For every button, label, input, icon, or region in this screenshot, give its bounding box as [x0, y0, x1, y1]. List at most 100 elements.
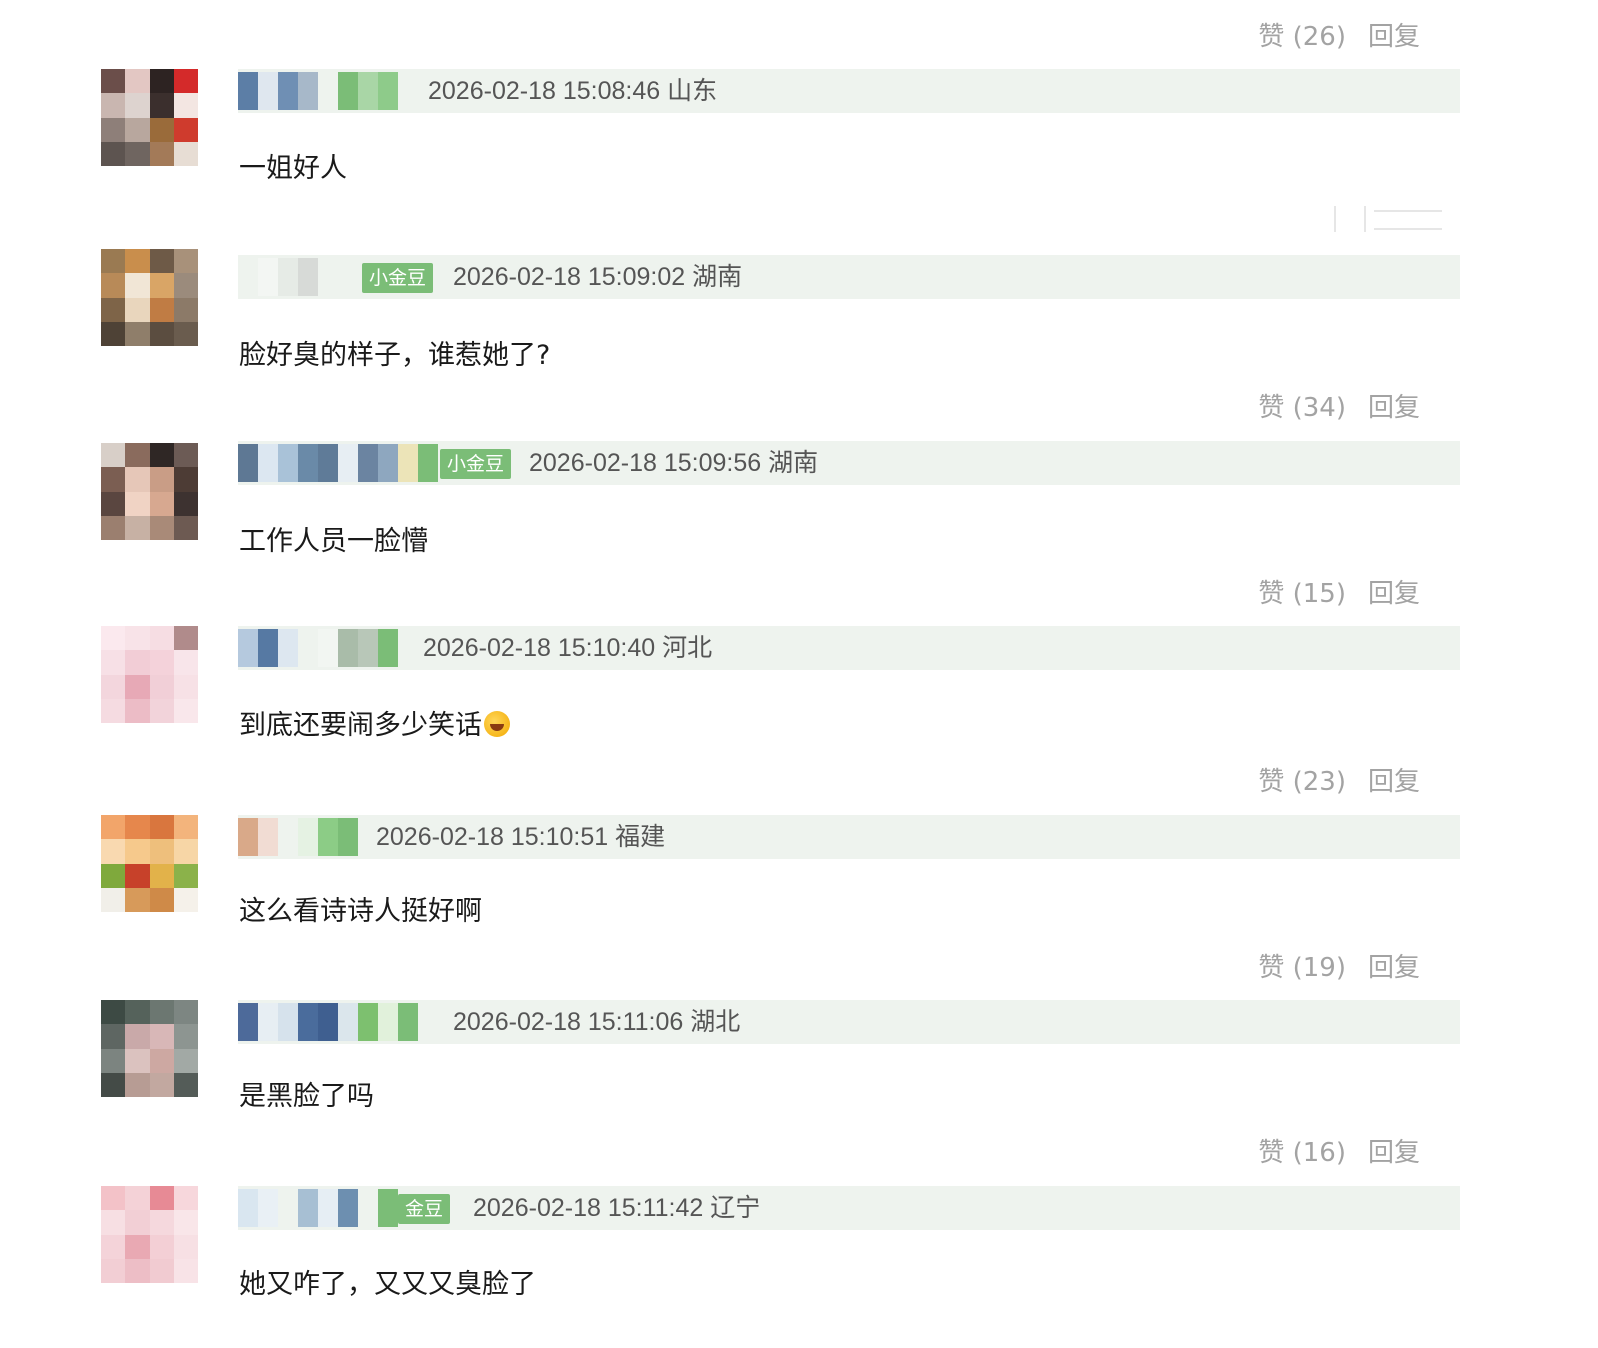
avatar-pixel: [173, 698, 198, 723]
username[interactable]: [238, 629, 398, 667]
rofl-emoji-icon: [484, 711, 510, 737]
avatar-pixel: [173, 93, 198, 118]
avatar-pixel: [101, 815, 126, 840]
avatar-pixel: [101, 297, 126, 322]
username-mosaic-pixel: [298, 818, 318, 856]
username-mosaic-pixel: [278, 1003, 298, 1041]
comment-header: 2026-02-18 15:11:06 湖北: [238, 1000, 1460, 1044]
avatar-pixel: [173, 815, 198, 840]
like-button[interactable]: 赞 (16): [1258, 1132, 1346, 1169]
username-mosaic-pixel: [338, 444, 358, 482]
username-mosaic-pixel: [378, 72, 398, 110]
like-button[interactable]: 赞 (26): [1258, 16, 1346, 53]
avatar-pixel: [149, 1234, 174, 1259]
comment-text: 她又咋了，又又又臭脸了: [239, 1269, 536, 1300]
avatar-pixel: [149, 141, 174, 166]
username-mosaic-pixel: [378, 444, 398, 482]
username-mosaic-pixel: [358, 1189, 378, 1227]
avatar-pixel: [149, 674, 174, 699]
username-mosaic-pixel: [318, 1189, 338, 1227]
avatar[interactable]: [101, 69, 198, 166]
like-button[interactable]: 赞 (15): [1258, 573, 1346, 610]
avatar-pixel: [149, 1024, 174, 1049]
username[interactable]: [238, 1189, 398, 1227]
avatar[interactable]: [101, 1000, 198, 1097]
avatar-pixel: [173, 467, 198, 492]
avatar-pixel: [125, 1000, 150, 1025]
avatar-pixel: [173, 887, 198, 912]
username-mosaic-pixel: [298, 1003, 318, 1041]
avatar-pixel: [125, 815, 150, 840]
reply-button[interactable]: 回复: [1368, 16, 1420, 53]
username[interactable]: [238, 1003, 418, 1041]
avatar-pixel: [125, 1024, 150, 1049]
avatar-pixel: [101, 839, 126, 864]
reply-button[interactable]: 回复: [1368, 387, 1420, 424]
username[interactable]: [238, 258, 358, 296]
username[interactable]: [238, 72, 398, 110]
timestamp: 2026-02-18 15:09:56: [529, 449, 762, 477]
user-badge: 金豆: [398, 1194, 451, 1224]
avatar-pixel: [149, 93, 174, 118]
comment-header: 2026-02-18 15:10:51 福建: [238, 815, 1460, 859]
username-mosaic-pixel: [338, 1003, 358, 1041]
avatar-pixel: [125, 1072, 150, 1097]
avatar-pixel: [125, 117, 150, 142]
avatar-pixel: [101, 674, 126, 699]
username-mosaic-pixel: [258, 258, 278, 296]
avatar-pixel: [101, 1186, 126, 1211]
comment-actions: 赞 (19) 回复: [1258, 947, 1420, 984]
comment-text: 到底还要闹多少笑话: [239, 703, 510, 742]
avatar-pixel: [125, 297, 150, 322]
avatar-pixel: [149, 69, 174, 94]
avatar-pixel: [125, 69, 150, 94]
avatar[interactable]: [101, 249, 198, 346]
avatar[interactable]: [101, 626, 198, 723]
avatar-pixel: [125, 698, 150, 723]
avatar[interactable]: [101, 1186, 198, 1283]
comment-meta: 2026-02-18 15:11:42 辽宁: [473, 1191, 760, 1225]
username-mosaic-pixel: [338, 72, 358, 110]
avatar-pixel: [173, 321, 198, 346]
reply-button[interactable]: 回复: [1368, 947, 1420, 984]
avatar-pixel: [173, 491, 198, 516]
avatar-pixel: [101, 249, 126, 274]
reply-button[interactable]: 回复: [1368, 573, 1420, 610]
avatar-pixel: [173, 626, 198, 651]
comment-actions: 赞 (23) 回复: [1258, 761, 1420, 798]
avatar-pixel: [101, 443, 126, 468]
avatar-pixel: [101, 273, 126, 298]
avatar-pixel: [125, 249, 150, 274]
username-mosaic-pixel: [318, 629, 338, 667]
username-mosaic-pixel: [398, 444, 418, 482]
comment-header: 小金豆 2026-02-18 15:09:56 湖南: [238, 441, 1460, 485]
avatar-pixel: [149, 1186, 174, 1211]
avatar-pixel: [173, 1072, 198, 1097]
avatar-pixel: [149, 650, 174, 675]
reply-button[interactable]: 回复: [1368, 1132, 1420, 1169]
avatar-pixel: [173, 141, 198, 166]
avatar-pixel: [173, 69, 198, 94]
avatar-pixel: [173, 1234, 198, 1259]
avatar-pixel: [101, 515, 126, 540]
top-comment-actions: 赞 (26) 回复: [1258, 16, 1420, 53]
username-mosaic-pixel: [318, 444, 338, 482]
avatar-pixel: [173, 1024, 198, 1049]
username-mosaic-pixel: [378, 1189, 398, 1227]
avatar-pixel: [101, 626, 126, 651]
reply-button[interactable]: 回复: [1368, 761, 1420, 798]
like-button[interactable]: 赞 (34): [1258, 387, 1346, 424]
timestamp: 2026-02-18 15:10:40: [423, 634, 656, 662]
username[interactable]: [238, 444, 438, 482]
avatar[interactable]: [101, 443, 198, 540]
like-button[interactable]: 赞 (23): [1258, 761, 1346, 798]
username[interactable]: [238, 818, 358, 856]
avatar-pixel: [101, 141, 126, 166]
username-mosaic-pixel: [278, 72, 298, 110]
like-button[interactable]: 赞 (19): [1258, 947, 1346, 984]
username-mosaic-pixel: [298, 1189, 318, 1227]
username-mosaic-pixel: [298, 258, 318, 296]
avatar-pixel: [173, 674, 198, 699]
avatar[interactable]: [101, 815, 198, 912]
location: 辽宁: [710, 1194, 761, 1222]
